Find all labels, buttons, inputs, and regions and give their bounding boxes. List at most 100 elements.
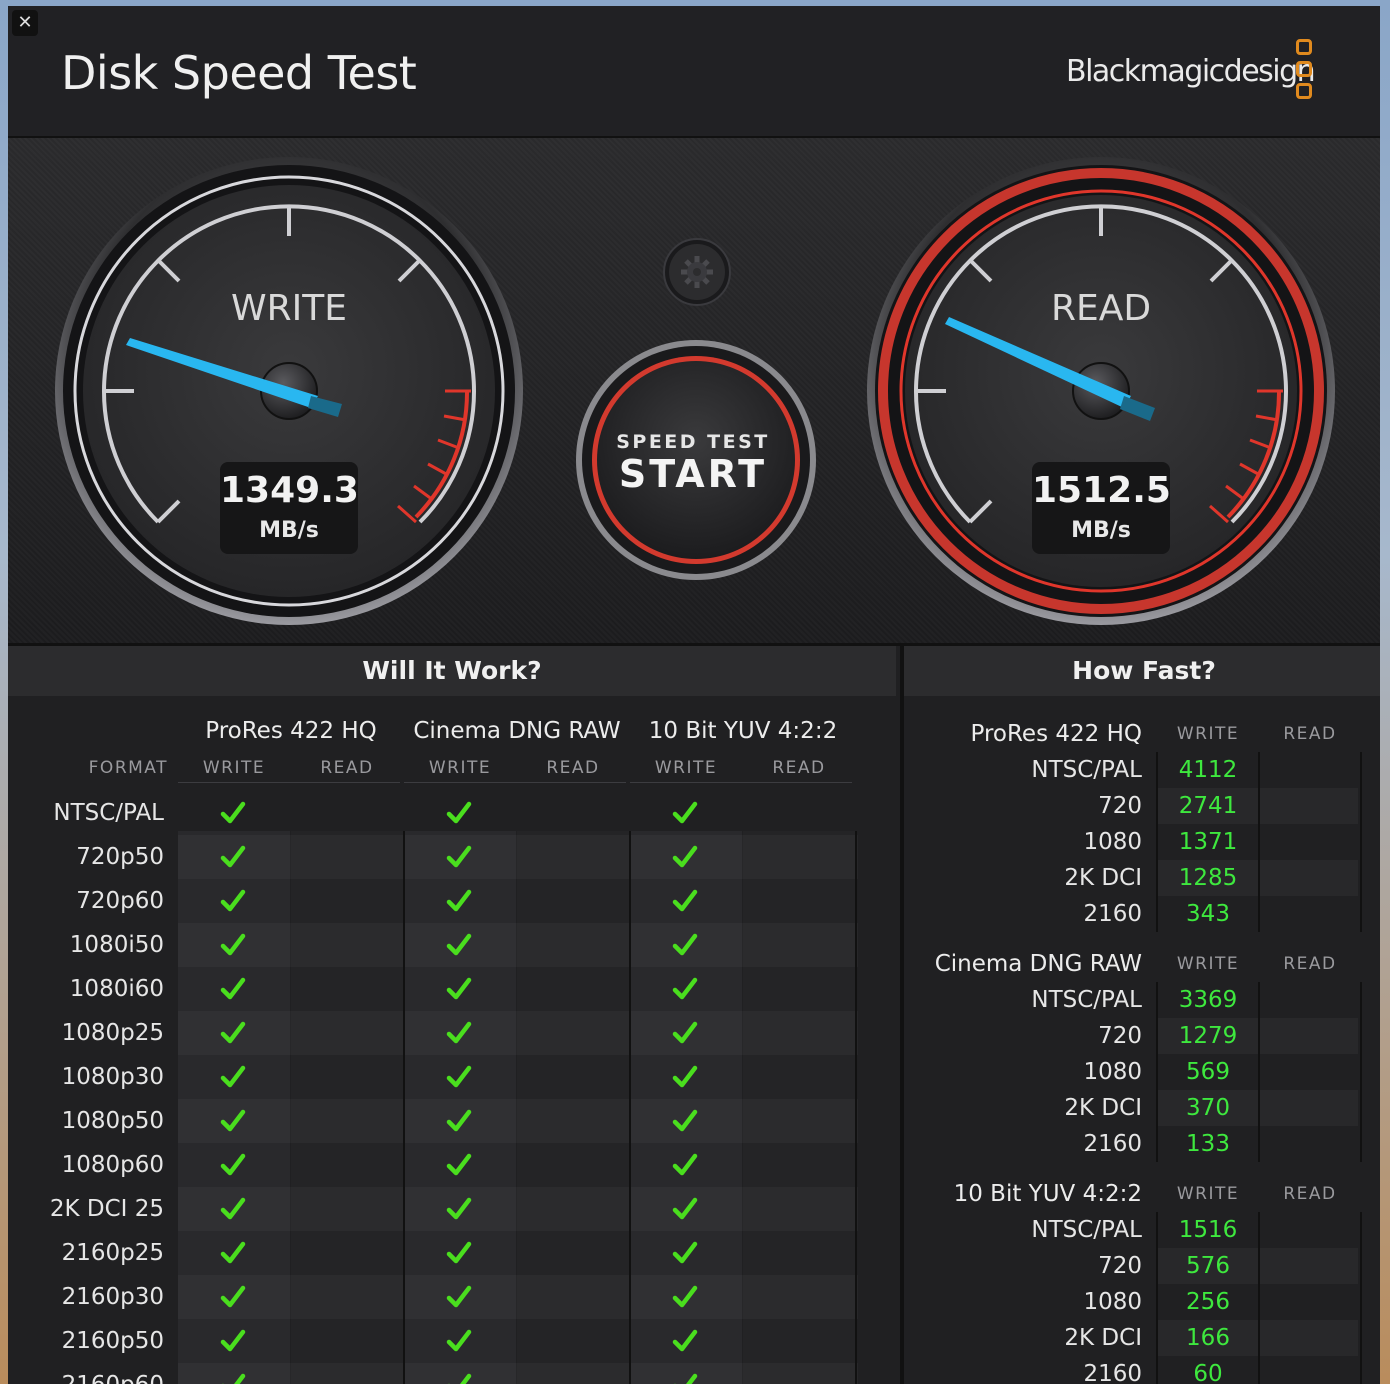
check-icon [220,976,246,1002]
write-fps-value: 576 [1186,1253,1230,1279]
resolution-label: 2160 [1083,1361,1142,1384]
format-group-title: Cinema DNG RAW [413,718,621,744]
read-speed-unit: MB/s [1071,518,1131,543]
table-row: 2160p50 [8,1319,858,1363]
table-row: 1080p60 [8,1143,858,1187]
column-divider [1258,1212,1260,1384]
resolution-label: NTSC/PAL [1031,757,1142,783]
column-divider [1360,982,1362,1162]
column-divider [1156,752,1158,932]
read-column-header: READ [1283,1184,1337,1204]
write-fps-value: 569 [1186,1059,1230,1085]
close-icon[interactable]: ✕ [12,10,38,36]
write-fps-value: 133 [1186,1131,1230,1157]
check-icon [446,1328,472,1354]
how-fast-title: How Fast? [904,646,1380,696]
write-speed-unit: MB/s [259,518,319,543]
table-row: 2160 60 [904,1356,1364,1384]
check-icon [220,1108,246,1134]
check-icon [446,976,472,1002]
format-label: 720p60 [76,888,164,914]
resolution-label: 2160 [1083,1131,1142,1157]
table-row: 1080p50 [8,1099,858,1143]
speed-group: ProRes 422 HQ WRITE READ NTSC/PAL 4112 720 274… [904,716,1380,946]
check-icon [672,844,698,870]
table-row: NTSC/PAL 3369 [904,982,1364,1018]
write-fps-value: 1285 [1178,865,1238,891]
column-divider [403,831,405,1384]
page-title: Disk Speed Test [61,46,417,100]
write-fps-value: 256 [1186,1289,1230,1315]
header-divider [630,782,852,783]
check-icon [220,1372,246,1384]
table-row: NTSC/PAL 1516 [904,1212,1364,1248]
resolution-label: 720 [1098,1023,1142,1049]
column-divider [855,831,857,1384]
write-fps-value: 166 [1186,1325,1230,1351]
check-icon [220,1240,246,1266]
write-fps-value: 1371 [1178,829,1238,855]
table-row: 1080p25 [8,1011,858,1055]
row-stripe [178,1363,858,1384]
table-row: 1080 569 [904,1054,1364,1090]
row-stripe [178,1011,858,1055]
write-fps-value: 4112 [1178,757,1238,783]
brand-name: Blackmagicdesign [1066,54,1316,89]
table-row: 2160 343 [904,896,1364,932]
format-label: 1080p30 [61,1064,164,1090]
check-icon [446,1020,472,1046]
write-fps-value: 3369 [1178,987,1238,1013]
check-icon [220,888,246,914]
format-column-header: FORMAT [88,758,168,778]
brand-logo-icon [1296,39,1312,105]
row-stripe [178,1275,858,1319]
check-icon [672,1152,698,1178]
resolution-label: 1080 [1083,1289,1142,1315]
format-label: 1080p50 [61,1108,164,1134]
table-row: 2K DCI 1285 [904,860,1364,896]
check-icon [672,1240,698,1266]
table-row: 720p50 [8,835,858,879]
check-icon [672,932,698,958]
check-icon [672,800,698,826]
table-row: 2160p30 [8,1275,858,1319]
check-icon [446,888,472,914]
gauge-panel: WRITE 1349.3 MB/s READ 1512.5 MB/s SPEED… [8,138,1380,646]
check-icon [220,1328,246,1354]
settings-button[interactable] [664,239,730,305]
format-label: 2160p25 [61,1240,164,1266]
table-row: 1080i60 [8,967,858,1011]
check-icon [220,1196,246,1222]
format-label: 1080i60 [69,976,164,1002]
check-icon [220,1284,246,1310]
column-divider [1156,982,1158,1162]
format-label: NTSC/PAL [53,800,164,826]
read-gauge [867,157,1335,625]
check-icon [446,932,472,958]
start-button-label: START [618,452,768,496]
write-fps-value: 60 [1193,1361,1223,1384]
column-divider [1156,1212,1158,1384]
format-label: 2160p60 [8,1363,164,1384]
row-stripe [178,1099,858,1143]
format-label: 1080i50 [69,932,164,958]
check-icon [672,976,698,1002]
column-divider [1258,982,1260,1162]
check-icon [446,844,472,870]
check-icon [446,1064,472,1090]
table-row: 2160p25 [8,1231,858,1275]
table-row: 720 1279 [904,1018,1364,1054]
header-divider [404,782,626,783]
column-divider [1360,1212,1362,1384]
check-icon [672,1064,698,1090]
check-icon [446,1152,472,1178]
table-row: 1080i50 [8,923,858,967]
table-row: 2160p60 [8,1363,858,1384]
write-column-header: WRITE [1176,954,1240,974]
check-icon [672,1328,698,1354]
title-bar: ✕ Disk Speed Test Blackmagicdesign [8,6,1380,138]
check-icon [672,1020,698,1046]
check-icon [672,1284,698,1310]
column-divider [1258,752,1260,932]
header-divider [178,782,400,783]
